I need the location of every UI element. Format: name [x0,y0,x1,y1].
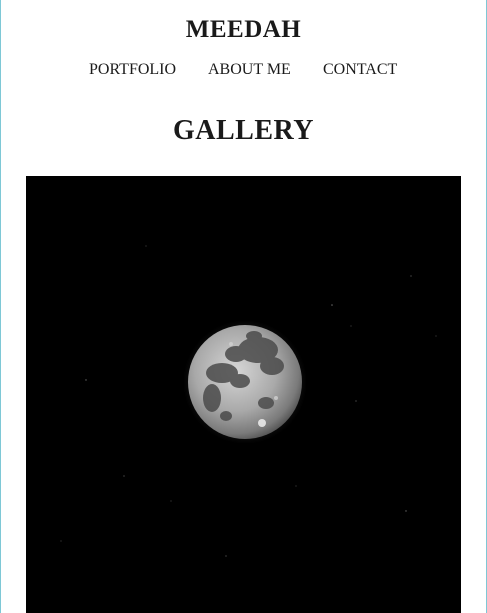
moon-photo [26,176,461,613]
nav-link-contact[interactable]: CONTACT [323,60,397,80]
main-nav: PORTFOLIO ABOUT ME CONTACT [0,60,487,82]
nav-link-about-me[interactable]: ABOUT ME [208,60,291,80]
page-title: GALLERY [173,115,314,146]
site-logo[interactable]: MEEDAH [0,14,487,46]
gallery-image-moon[interactable] [26,176,461,613]
nav-link-portfolio[interactable]: PORTFOLIO [89,60,176,80]
